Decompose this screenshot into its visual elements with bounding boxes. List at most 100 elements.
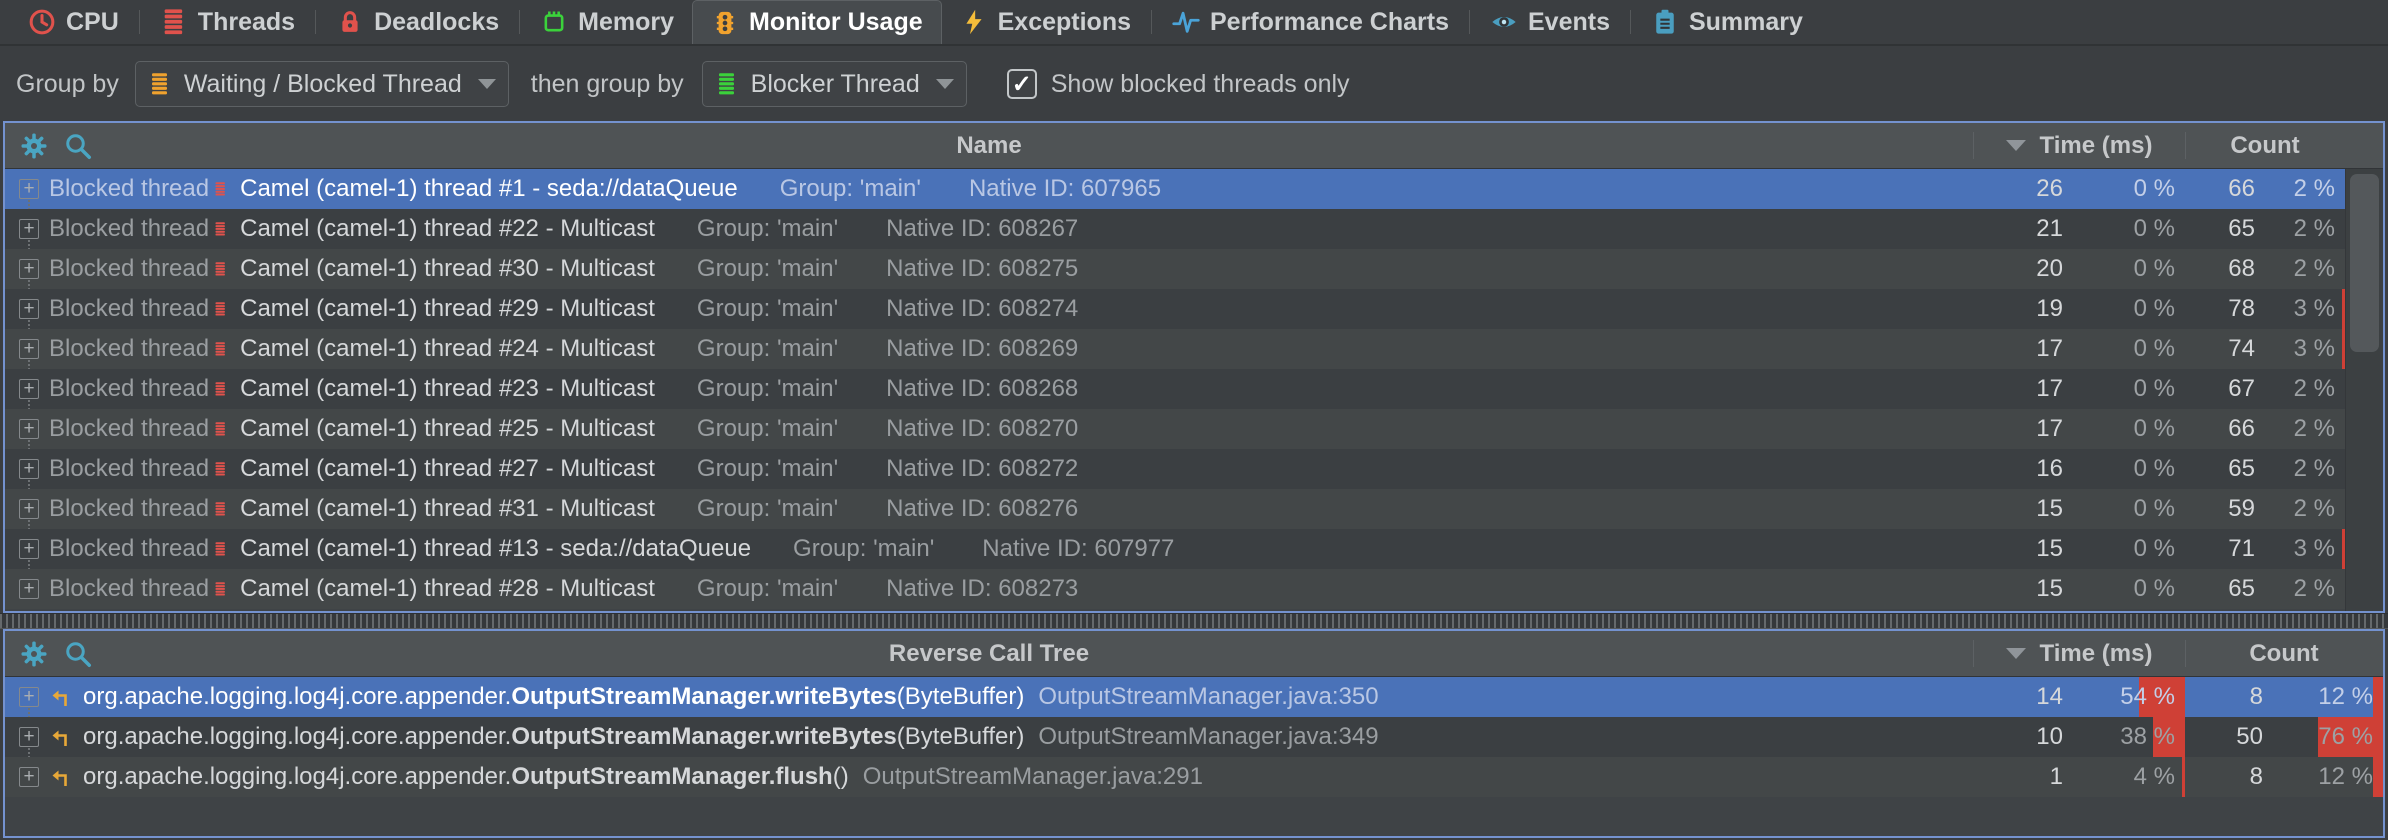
show-blocked-threads-only-option: ✓ Show blocked threads only [1007,69,1350,99]
percent-cell: 12 % [2273,757,2383,797]
expand-toggle[interactable]: + [19,539,39,559]
call-tree-row[interactable]: + org.apache.logging.log4j.core.appender.… [5,677,2383,717]
method-backtrace-icon [49,685,73,709]
blocked-thread-row[interactable]: +Blocked threadCamel (camel-1) thread #3… [5,249,2383,289]
native-id: Native ID: 608276 [886,495,1078,523]
method-name: OutputStreamManager.writeBytes [511,723,896,751]
blocked-thread-row[interactable]: +Blocked threadCamel (camel-1) thread #2… [5,569,2383,609]
thread-name-cell: +Blocked threadCamel (camel-1) thread #3… [5,489,1973,529]
tab-deadlocks[interactable]: Deadlocks [318,0,517,44]
tab-divider [1469,10,1470,34]
blocked-thread-row[interactable]: +Blocked threadCamel (camel-1) thread #2… [5,409,2383,449]
expand-toggle[interactable]: + [19,419,39,439]
value-cell: 20 [1973,249,2073,289]
expand-toggle[interactable]: + [19,579,39,599]
tab-label: Monitor Usage [749,8,923,37]
tab-cpu[interactable]: CPU [10,0,137,44]
tab-label: CPU [66,8,119,37]
native-id: Native ID: 608270 [886,415,1078,443]
expand-toggle[interactable]: + [19,767,39,787]
blocked-thread-row[interactable]: +Blocked threadCamel (camel-1) thread #2… [5,289,2383,329]
method-name: OutputStreamManager.flush [511,763,832,791]
percent-cell: 0 % [2073,249,2185,289]
blocked-thread-row[interactable]: +Blocked threadCamel (camel-1) thread #1… [5,529,2383,569]
expand-toggle[interactable]: + [19,299,39,319]
eye-icon [1490,8,1518,36]
tab-divider [315,10,316,34]
blocked-thread-label: Blocked thread [49,495,209,523]
blocked-thread-row[interactable]: +Blocked threadCamel (camel-1) thread #1… [5,169,2383,209]
search-icon[interactable] [63,131,93,161]
tab-performance-charts[interactable]: Performance Charts [1154,0,1467,44]
thread-group: Group: 'main' [697,495,838,523]
blocked-thread-row[interactable]: + Blocked thread Camel (camel-1) thread #2… [5,209,2383,249]
chevron-down-icon [478,79,496,89]
then-group-by-dropdown[interactable]: Blocker Thread [702,61,967,107]
blocker-thread-icon [715,70,739,98]
show-blocked-threads-only-checkbox[interactable]: ✓ [1007,69,1037,99]
name-column-header[interactable]: Name [5,123,1973,168]
call-tree-row[interactable]: +org.apache.logging.log4j.core.appender.… [5,717,2383,757]
tab-exceptions[interactable]: Exceptions [942,0,1149,44]
tab-summary[interactable]: Summary [1633,0,1821,44]
native-id: Native ID: 608275 [886,255,1078,283]
tab-events[interactable]: Events [1472,0,1628,44]
expand-toggle[interactable]: + [19,459,39,479]
memory-chip-icon [540,8,568,36]
expand-toggle[interactable]: + [19,499,39,519]
search-icon[interactable] [63,639,93,669]
tab-label: Performance Charts [1210,8,1449,37]
time-column-header[interactable]: Time (ms) [1973,123,2185,168]
expand-toggle[interactable]: + [19,379,39,399]
package-name: org.apache.logging.log4j.core.appender. [83,683,511,711]
vertical-scrollbar[interactable] [2345,169,2383,611]
expand-toggle[interactable]: + [19,219,39,239]
expand-toggle[interactable]: + [19,339,39,359]
blocked-thread-label: Blocked thread [49,215,209,243]
value-cell: 65 [2185,449,2265,489]
percent-cell: 2 % [2265,369,2345,409]
tab-divider [1630,10,1631,34]
count-column-header[interactable]: Count [2185,123,2345,168]
tab-monitor-usage[interactable]: Monitor Usage [692,0,942,44]
thread-name-cell: +Blocked threadCamel (camel-1) thread #3… [5,249,1973,289]
expand-toggle[interactable]: + [19,727,39,747]
percent-cell: 4 % [2073,757,2185,797]
value-cell: 15 [1973,569,2073,609]
panel-splitter-handle[interactable] [0,613,2388,629]
reverse-call-tree-column-header[interactable]: Reverse Call Tree [5,631,1973,676]
group-by-dropdown[interactable]: Waiting / Blocked Thread [135,61,509,107]
blocked-thread-row[interactable]: +Blocked threadCamel (camel-1) thread #2… [5,369,2383,409]
count-column-header[interactable]: Count [2185,631,2383,676]
scrollbar-thumb[interactable] [2350,174,2379,352]
settings-gear-icon[interactable] [19,131,49,161]
settings-gear-icon[interactable] [19,639,49,669]
expand-toggle[interactable]: + [19,687,39,707]
profiler-monitor-usage-view: CPU Threads Deadlocks Memory Monitor Usage Ex… [0,0,2388,840]
blocked-thread-row[interactable]: +Blocked threadCamel (camel-1) thread #3… [5,489,2383,529]
percent-cell: 3 % [2265,289,2345,329]
native-id: Native ID: 607965 [969,175,1161,203]
native-id: Native ID: 608273 [886,575,1078,603]
lightning-icon [960,8,988,36]
expand-toggle[interactable]: + [19,179,39,199]
blocked-thread-row[interactable]: +Blocked threadCamel (camel-1) thread #2… [5,449,2383,489]
value-cell: 66 [2185,169,2265,209]
thread-name-cell: +Blocked threadCamel (camel-1) thread #2… [5,289,1973,329]
tab-memory[interactable]: Memory [522,0,692,44]
thread-group: Group: 'main' [697,455,838,483]
expand-toggle[interactable]: + [19,259,39,279]
thread-name: Camel (camel-1) thread #22 - Multicast [240,215,655,243]
native-id: Native ID: 608267 [886,215,1078,243]
pulse-icon [1172,8,1200,36]
time-column-header[interactable]: Time (ms) [1973,631,2185,676]
call-tree-row[interactable]: +org.apache.logging.log4j.core.appender.… [5,757,2383,797]
thread-group: Group: 'main' [697,335,838,363]
value-cell: 26 [1973,169,2073,209]
cpu-clock-icon [28,8,56,36]
tab-label: Deadlocks [374,8,499,37]
thread-bars-red-icon [213,255,228,283]
blocked-thread-row[interactable]: +Blocked threadCamel (camel-1) thread #2… [5,329,2383,369]
thread-group: Group: 'main' [697,575,838,603]
tab-threads[interactable]: Threads [142,0,313,44]
